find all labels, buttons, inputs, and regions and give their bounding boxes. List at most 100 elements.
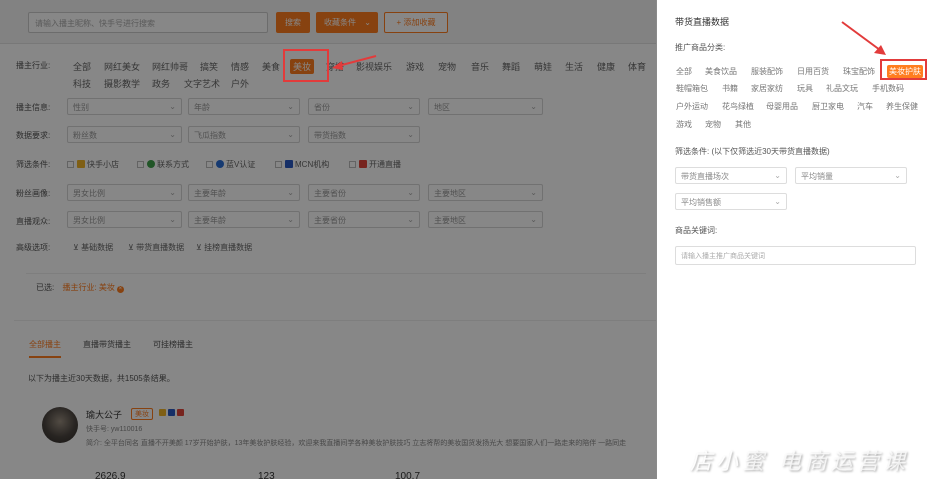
category-item[interactable]: 其他	[735, 119, 751, 130]
category-item[interactable]: 厨卫家电	[812, 101, 844, 112]
industry-tag[interactable]: 科技	[73, 77, 91, 90]
stat-value: 2626.9	[95, 471, 126, 479]
shop-icon	[77, 160, 85, 168]
feigua-index-select[interactable]: 飞瓜指数 ⌄	[188, 126, 300, 143]
age-select[interactable]: 年龄 ⌄	[188, 98, 300, 115]
category-item[interactable]: 家居家纺	[751, 83, 783, 94]
add-favorite-button[interactable]: + 添加收藏	[384, 12, 448, 33]
industry-tag[interactable]: 健康	[597, 60, 615, 73]
category-item[interactable]: 玩具	[797, 83, 813, 94]
category-item[interactable]: 日用百货	[797, 66, 829, 77]
blue-v-checkbox[interactable]: 蓝V认证	[206, 159, 255, 170]
industry-tag[interactable]: 摄影教学	[104, 77, 140, 90]
viewer-age-select[interactable]: 主要年龄 ⌄	[188, 211, 300, 228]
category-item[interactable]: 户外运动	[676, 101, 708, 112]
fans-region-select[interactable]: 主要地区 ⌄	[428, 184, 543, 201]
contact-checkbox[interactable]: 联系方式	[137, 159, 189, 170]
selected-chip-text: 播主行业: 美妆	[62, 283, 115, 292]
industry-tag[interactable]: 美食	[262, 60, 280, 73]
anchor-info-label: 播主信息:	[16, 103, 51, 112]
gender-select-label: 性别	[73, 103, 89, 112]
tab-ranking-anchors[interactable]: 可挂榜播主	[153, 339, 193, 350]
highlight-box	[880, 59, 927, 80]
kuaishou-shop-checkbox[interactable]: 快手小店	[67, 159, 119, 170]
anchor-intro: 简介: 全平台同名 直播不开美颜 17岁开始护肤，13年美妆护肤经验，欢迎来我直…	[86, 440, 627, 447]
category-item[interactable]: 游戏	[676, 119, 692, 130]
industry-tag[interactable]: 萌娃	[534, 60, 552, 73]
gender-select[interactable]: 性别 ⌄	[67, 98, 182, 115]
category-item[interactable]: 全部	[676, 66, 692, 77]
viewer-gender-select[interactable]: 男女比例 ⌄	[67, 211, 182, 228]
stat-value: 100.7	[395, 471, 421, 479]
data-requirement-label: 数据要求:	[16, 131, 51, 140]
industry-tag[interactable]: 户外	[231, 77, 249, 90]
search-button[interactable]: 搜索	[276, 12, 310, 33]
fans-province-select[interactable]: 主要省份 ⌄	[308, 184, 420, 201]
live-checkbox[interactable]: 开通直播	[349, 159, 401, 170]
keyword-label: 商品关键词:	[675, 226, 718, 235]
mcn-checkbox[interactable]: MCN机构	[275, 159, 329, 170]
category-label: 推广商品分类:	[675, 43, 726, 52]
industry-tag[interactable]: 情感	[231, 60, 249, 73]
industry-tag[interactable]: 舞蹈	[502, 60, 520, 73]
ranking-live-data-option[interactable]: ⊻ 挂榜直播数据	[196, 242, 252, 253]
avg-revenue-select[interactable]: 平均销售额 ⌄	[675, 193, 787, 210]
close-icon[interactable]: ×	[116, 286, 124, 293]
selected-chip[interactable]: 播主行业: 美妆 ×	[62, 283, 124, 293]
keyword-input[interactable]: 请输入播主推广商品关键词	[675, 246, 916, 265]
tab-all-anchors[interactable]: 全部播主	[29, 339, 61, 358]
tab-sales-anchors[interactable]: 直播带货播主	[83, 339, 131, 350]
industry-tag[interactable]: 游戏	[406, 60, 424, 73]
chevron-down-icon: ⌄	[364, 18, 371, 27]
sales-live-data-option[interactable]: ⊻ 带货直播数据	[128, 242, 184, 253]
live-count-select[interactable]: 带货直播场次 ⌄	[675, 167, 787, 184]
industry-tag[interactable]: 生活	[565, 60, 583, 73]
category-item[interactable]: 汽车	[857, 101, 873, 112]
industry-tag[interactable]: 网红美女	[104, 60, 140, 73]
industry-tag[interactable]: 宠物	[438, 60, 456, 73]
industry-tag[interactable]: 音乐	[471, 60, 489, 73]
category-item[interactable]: 宠物	[705, 119, 721, 130]
basic-data-label: 基础数据	[81, 243, 114, 252]
favorites-dropdown-button[interactable]: 收藏条件 ⌄	[316, 12, 378, 33]
ranking-live-data-label: 挂榜直播数据	[204, 243, 253, 252]
filter-icon: ⊻	[196, 243, 205, 252]
chevron-down-icon: ⌄	[287, 188, 294, 197]
avg-sales-select[interactable]: 平均销量 ⌄	[795, 167, 907, 184]
category-item[interactable]: 母婴用品	[766, 101, 798, 112]
industry-label: 播主行业:	[16, 61, 51, 70]
fans-count-select[interactable]: 粉丝数 ⌄	[67, 126, 182, 143]
region-select[interactable]: 地区 ⌄	[428, 98, 543, 115]
category-badge: 美妆	[131, 408, 153, 420]
category-item[interactable]: 美食饮品	[705, 66, 737, 77]
live-label: 开通直播	[369, 160, 401, 169]
anchor-name[interactable]: 瑜大公子	[86, 408, 122, 421]
category-item[interactable]: 手机数码	[872, 83, 904, 94]
category-item[interactable]: 花鸟绿植	[722, 101, 754, 112]
viewer-age-label: 主要年龄	[194, 216, 226, 225]
province-select[interactable]: 省份 ⌄	[308, 98, 420, 115]
checkbox-box	[137, 161, 144, 168]
category-item[interactable]: 服装配饰	[751, 66, 783, 77]
industry-tag[interactable]: 搞笑	[200, 60, 218, 73]
category-item[interactable]: 书籍	[722, 83, 738, 94]
fans-gender-select[interactable]: 男女比例 ⌄	[67, 184, 182, 201]
category-item[interactable]: 珠宝配饰	[843, 66, 875, 77]
viewer-province-select[interactable]: 主要省份 ⌄	[308, 211, 420, 228]
basic-data-option[interactable]: ⊻ 基础数据	[73, 242, 113, 253]
industry-tag[interactable]: 体育	[628, 60, 646, 73]
category-item[interactable]: 养生保健	[886, 101, 918, 112]
drawer-title: 带货直播数据	[675, 17, 730, 27]
industry-tag[interactable]: 政务	[152, 77, 170, 90]
checkbox-box	[275, 161, 282, 168]
category-item[interactable]: 礼品文玩	[826, 83, 858, 94]
industry-tag[interactable]: 网红帅哥	[152, 60, 188, 73]
viewer-region-select[interactable]: 主要地区 ⌄	[428, 211, 543, 228]
search-input[interactable]: 请输入播主昵称、快手号进行搜索	[28, 12, 268, 33]
avatar[interactable]	[42, 407, 78, 443]
category-item[interactable]: 鞋帽箱包	[676, 83, 708, 94]
industry-tag[interactable]: 文字艺术	[184, 77, 220, 90]
sales-index-select[interactable]: 带货指数 ⌄	[308, 126, 420, 143]
industry-tag[interactable]: 全部	[73, 60, 91, 73]
fans-age-select[interactable]: 主要年龄 ⌄	[188, 184, 300, 201]
